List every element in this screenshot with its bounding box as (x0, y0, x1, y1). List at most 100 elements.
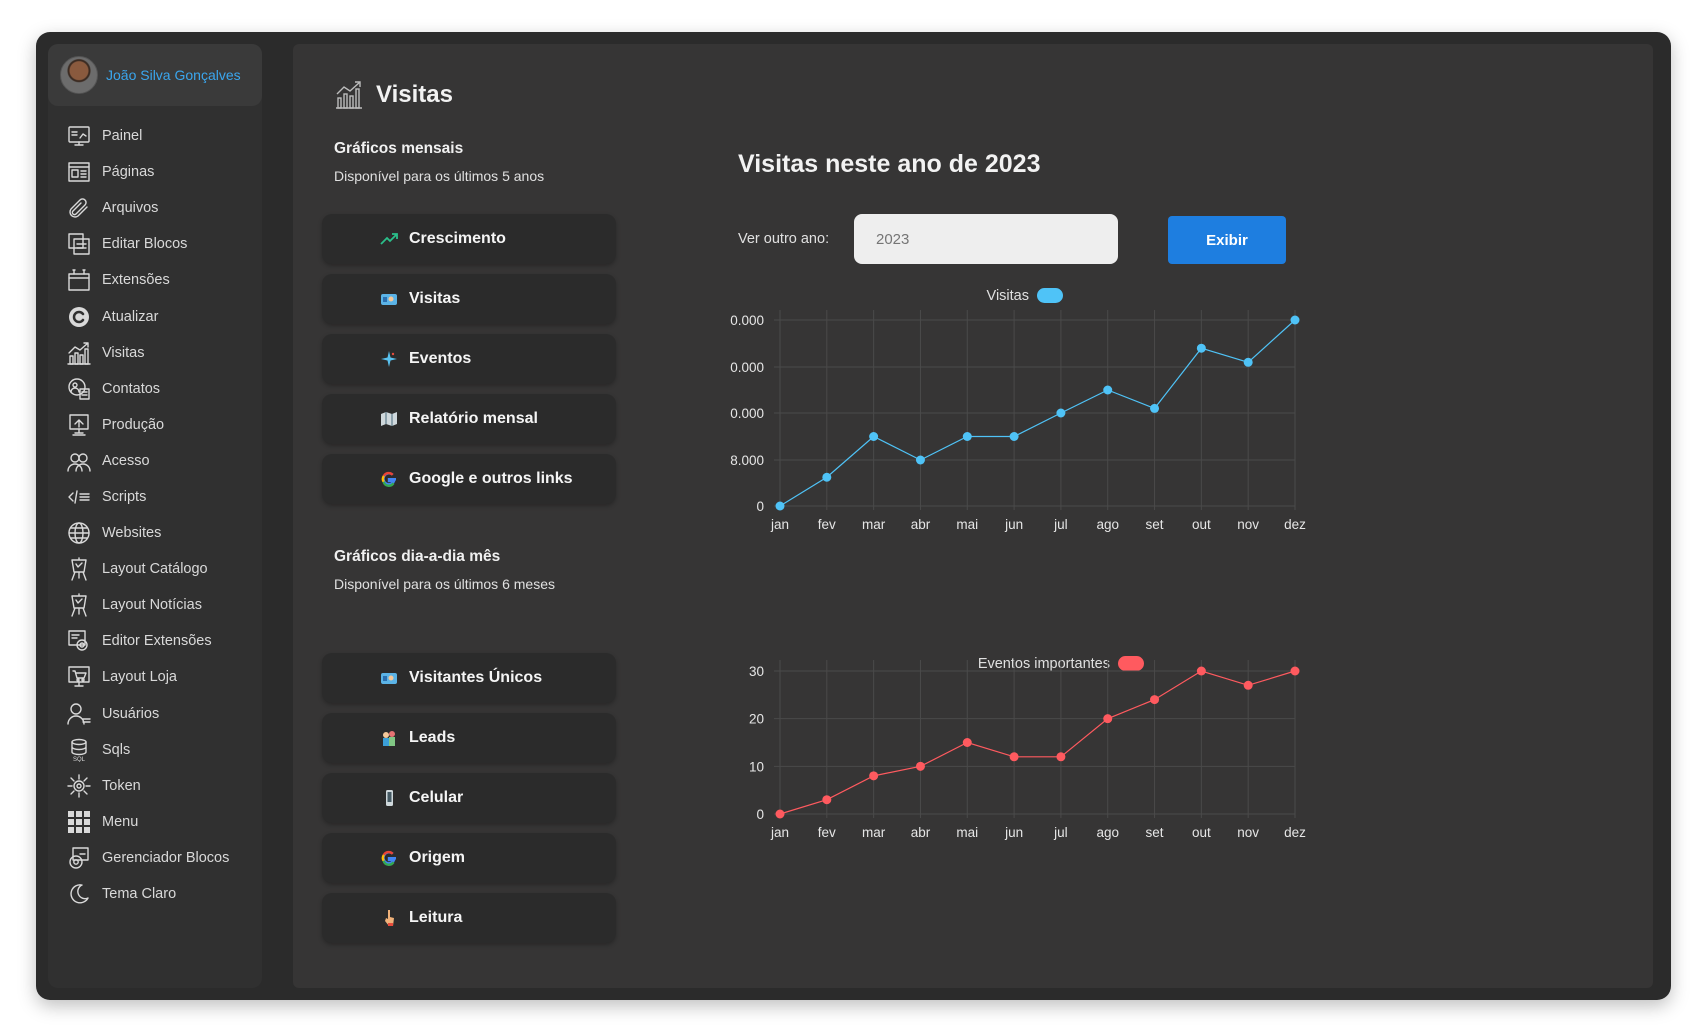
x-tick-label: dez (1284, 517, 1306, 532)
data-point[interactable] (1290, 666, 1300, 676)
google-icon (379, 848, 399, 868)
data-point[interactable] (1196, 343, 1206, 353)
sidebar-item-menu[interactable]: Menu (66, 804, 229, 840)
sidebar-item-layout-loja[interactable]: Layout Loja (66, 659, 229, 695)
y-tick-label: 8.000 (730, 453, 764, 468)
monthly-section-title: Gráficos mensais (334, 140, 464, 157)
x-tick-label: mar (862, 825, 886, 840)
sidebar-item-atualizar[interactable]: Atualizar (66, 298, 229, 334)
x-tick-label: jan (770, 825, 789, 840)
sidebar-item-usuarios[interactable]: Usuários (66, 696, 229, 732)
sidebar-item-visitas[interactable]: Visitas (66, 335, 229, 371)
visits-chart-icon (336, 81, 362, 109)
data-point[interactable] (1150, 403, 1160, 413)
sidebar-item-label: Editor Extensões (102, 633, 212, 650)
sidebar-item-websites[interactable]: Websites (66, 515, 229, 551)
data-point[interactable] (1196, 666, 1206, 676)
sidebar-item-layout-noticias[interactable]: Layout Notícias (66, 587, 229, 623)
avatar[interactable] (60, 56, 98, 94)
data-point[interactable] (1009, 752, 1019, 762)
monthly-chart-button-google-e-outros-links[interactable]: Google e outros links (322, 454, 616, 504)
sidebar-item-label: Produção (102, 416, 165, 433)
sidebar-item-extensoes[interactable]: Extensões (66, 262, 229, 298)
sidebar-item-arquivos[interactable]: Arquivos (66, 190, 229, 226)
data-point[interactable] (1009, 432, 1019, 441)
y-tick-label: 10 (749, 759, 764, 774)
data-point[interactable] (1243, 357, 1253, 367)
data-point[interactable] (822, 795, 832, 805)
user-name[interactable]: João Silva Gonçalves (106, 67, 241, 83)
sidebar-item-label: Layout Notícias (102, 597, 202, 614)
x-tick-label: mar (862, 517, 886, 532)
x-tick-label: out (1192, 825, 1211, 840)
data-point[interactable] (869, 771, 879, 781)
sidebar-item-label: Tema Claro (102, 886, 177, 903)
x-tick-label: jul (1053, 825, 1068, 840)
data-point[interactable] (1103, 714, 1113, 724)
y-tick-label: 30.000 (730, 313, 764, 328)
sidebar-item-token[interactable]: Token (66, 768, 229, 804)
data-point[interactable] (915, 761, 925, 771)
show-year-button[interactable]: Exibir (1168, 216, 1286, 264)
daily-chart-button-leads[interactable]: Leads (322, 713, 616, 763)
y-tick-label: 30 (749, 664, 764, 679)
x-tick-label: nov (1237, 517, 1259, 532)
user-profile[interactable]: João Silva Gonçalves (48, 44, 262, 106)
sidebar-item-producao[interactable]: Produção (66, 407, 229, 443)
sidebar-item-contatos[interactable]: Contatos (66, 371, 229, 407)
update-icon (66, 304, 92, 330)
daily-chart-button-celular[interactable]: Celular (322, 773, 616, 823)
sidebar-item-layout-catalogo[interactable]: Layout Catálogo (66, 551, 229, 587)
sidebar-item-gerenciador-blocos[interactable]: Gerenciador Blocos (66, 840, 229, 876)
data-point[interactable] (869, 432, 879, 441)
data-point[interactable] (1103, 385, 1113, 395)
x-tick-label: mai (956, 517, 978, 532)
y-tick-label: 0 (756, 499, 764, 514)
x-tick-label: jul (1053, 517, 1068, 532)
sidebar-item-label: Layout Loja (102, 669, 177, 686)
y-tick-label: 20 (749, 712, 764, 727)
x-tick-label: fev (818, 825, 836, 840)
data-point[interactable] (915, 455, 925, 465)
data-point[interactable] (775, 809, 785, 819)
moon-icon (66, 881, 92, 907)
monthly-chart-button-visitas[interactable]: Visitas (322, 274, 616, 324)
sidebar-item-label: Extensões (102, 272, 170, 289)
data-point[interactable] (1056, 752, 1066, 762)
sidebar-item-painel[interactable]: Painel (66, 118, 229, 154)
dashboard-icon (66, 123, 92, 149)
data-point[interactable] (962, 738, 972, 747)
daily-chart-button-leitura[interactable]: Leitura (322, 893, 616, 943)
x-tick-label: ago (1096, 825, 1119, 840)
year-label: Ver outro ano: (738, 231, 830, 247)
sidebar-item-editar-blocos[interactable]: Editar Blocos (66, 226, 229, 262)
data-point[interactable] (775, 501, 785, 511)
monthly-section-subtitle: Disponível para os últimos 5 anos (334, 168, 545, 184)
data-point[interactable] (1243, 680, 1253, 690)
data-point[interactable] (1290, 315, 1300, 325)
sidebar-item-editor-extensoes[interactable]: Editor Extensões (66, 623, 229, 659)
sidebar-item-acesso[interactable]: Acesso (66, 443, 229, 479)
visits-chart-icon (66, 340, 92, 366)
daily-chart-button-visitantes-unicos[interactable]: Visitantes Únicos (322, 653, 616, 703)
legend-swatch[interactable] (1037, 288, 1063, 303)
year-input[interactable] (854, 214, 1118, 264)
data-point[interactable] (822, 472, 832, 482)
button-label: Relatório mensal (409, 410, 538, 427)
sidebar-item-label: Token (102, 777, 141, 794)
data-point[interactable] (962, 432, 972, 441)
sidebar-item-sqls[interactable]: SQL Sqls (66, 732, 229, 768)
gear-blocks-icon (66, 845, 92, 871)
sidebar-item-tema-claro[interactable]: Tema Claro (66, 876, 229, 912)
monthly-chart-button-relatorio-mensal[interactable]: Relatório mensal (322, 394, 616, 444)
monthly-chart-button-eventos[interactable]: Eventos (322, 334, 616, 384)
data-point[interactable] (1150, 695, 1160, 705)
data-point[interactable] (1056, 408, 1066, 418)
sidebar-item-paginas[interactable]: Páginas (66, 154, 229, 190)
monthly-chart-button-crescimento[interactable]: Crescimento (322, 214, 616, 264)
y-tick-label: 10.000 (730, 406, 764, 421)
daily-chart-button-origem[interactable]: Origem (322, 833, 616, 883)
sidebar-item-label: Menu (102, 813, 139, 830)
legend-swatch[interactable] (1118, 656, 1144, 671)
sidebar-item-scripts[interactable]: Scripts (66, 479, 229, 515)
